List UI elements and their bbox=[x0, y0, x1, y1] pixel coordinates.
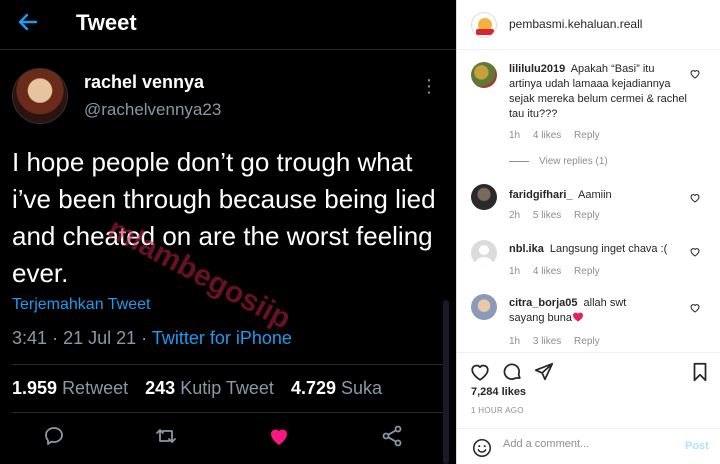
divider bbox=[12, 364, 444, 365]
tweet-author-handle[interactable]: @rachelvennya23 bbox=[84, 100, 221, 120]
like-count[interactable]: 4.729 bbox=[291, 378, 336, 398]
tweet-source-link[interactable]: Twitter for iPhone bbox=[152, 328, 292, 348]
comment-username[interactable]: citra_borja05 bbox=[509, 297, 577, 309]
comment-item: lililulu2019 Apakah “Basi” itu artinya u… bbox=[457, 60, 720, 170]
share-icon[interactable] bbox=[380, 424, 404, 448]
add-comment-bar: Post bbox=[457, 428, 720, 464]
commenter-avatar[interactable] bbox=[471, 184, 497, 210]
tweet-author-name[interactable]: rachel vennya bbox=[84, 72, 204, 93]
comment-meta: 1h 4 likes Reply bbox=[509, 266, 610, 277]
tweet-time: 3:41 bbox=[12, 328, 48, 348]
comment-time: 1h bbox=[509, 336, 521, 347]
comment-username[interactable]: nbl.ika bbox=[509, 243, 544, 255]
tweet-meta: 3:41 · 21 Jul 21 · Twitter for iPhone bbox=[12, 328, 292, 349]
emoji-smiley-icon[interactable] bbox=[471, 437, 493, 459]
post-header: pembasmi.kehaluan.reall bbox=[457, 0, 720, 50]
comment-time: 2h bbox=[509, 210, 521, 221]
comment-meta: 1h 4 likes Reply bbox=[509, 130, 610, 141]
view-replies-label[interactable]: View replies (1) bbox=[539, 156, 608, 167]
commenter-avatar[interactable] bbox=[471, 294, 497, 320]
default-avatar-icon bbox=[474, 245, 494, 266]
scrollbar[interactable] bbox=[443, 300, 449, 464]
comment-username[interactable]: lililulu2019 bbox=[509, 63, 565, 75]
add-comment-input[interactable] bbox=[503, 438, 673, 450]
tweet-author-avatar[interactable] bbox=[12, 68, 68, 124]
translate-tweet-link[interactable]: Terjemahkan Tweet bbox=[12, 296, 150, 314]
comment-like-icon[interactable] bbox=[689, 68, 701, 80]
tweet-header-title: Tweet bbox=[76, 10, 137, 35]
like-heart-icon[interactable] bbox=[469, 361, 491, 383]
likes-count[interactable]: 7,284 likes bbox=[471, 386, 526, 398]
comment-item: nbl.ika Langsung inget chava :( 1h 4 lik… bbox=[457, 238, 720, 282]
commenter-avatar[interactable] bbox=[471, 240, 497, 266]
comment-likes[interactable]: 4 likes bbox=[533, 266, 561, 277]
posted-time: 1 HOUR AGO bbox=[471, 406, 524, 415]
save-bookmark-icon[interactable] bbox=[689, 361, 711, 383]
retweet-icon[interactable] bbox=[154, 424, 178, 448]
reply-icon[interactable] bbox=[42, 424, 66, 448]
tweet-date: 21 Jul 21 bbox=[63, 328, 137, 348]
comment-bubble-icon[interactable] bbox=[501, 361, 523, 383]
tweet-header: Tweet bbox=[0, 0, 456, 50]
quote-label[interactable]: Kutip Tweet bbox=[180, 378, 274, 398]
comment-time: 1h bbox=[509, 266, 521, 277]
account-avatar[interactable] bbox=[471, 12, 497, 38]
tweet-panel: Tweet rachel vennya @rachelvennya23 ⋮ I … bbox=[0, 0, 456, 464]
replies-line bbox=[509, 160, 529, 162]
post-button[interactable]: Post bbox=[685, 440, 709, 452]
divider bbox=[12, 412, 444, 413]
tweet-stats: 1.959 Retweet 243 Kutip Tweet 4.729 Suka bbox=[12, 378, 382, 399]
quote-count[interactable]: 243 bbox=[145, 378, 175, 398]
comment-like-icon[interactable] bbox=[689, 302, 701, 314]
reply-button[interactable]: Reply bbox=[574, 130, 600, 141]
tweet-text: I hope people don’t go trough what i’ve … bbox=[12, 147, 436, 288]
account-username[interactable]: pembasmi.kehaluan.reall bbox=[509, 17, 642, 31]
comment-likes[interactable]: 5 likes bbox=[533, 210, 561, 221]
comment-text: lililulu2019 Apakah “Basi” itu artinya u… bbox=[509, 62, 687, 122]
instagram-comments-panel: pembasmi.kehaluan.reall lililulu2019 Apa… bbox=[456, 0, 720, 464]
meta-separator: · bbox=[141, 328, 152, 348]
tweet-actions bbox=[0, 424, 456, 452]
comment-item: citra_borja05 allah swt sayang buna 1h 3… bbox=[457, 294, 720, 350]
comment-meta: 1h 3 likes Reply bbox=[509, 336, 610, 347]
meta-separator: · bbox=[52, 328, 64, 348]
comment-body: Aamiin bbox=[578, 189, 612, 201]
comment-username[interactable]: faridgifhari_ bbox=[509, 189, 573, 201]
comment-text: faridgifhari_ Aamiin bbox=[509, 188, 687, 203]
comment-likes[interactable]: 3 likes bbox=[533, 336, 561, 347]
red-heart-emoji-icon bbox=[572, 312, 584, 322]
view-replies-button[interactable]: View replies (1) bbox=[509, 156, 608, 167]
commenter-avatar[interactable] bbox=[471, 62, 497, 88]
more-options-icon[interactable]: ⋮ bbox=[420, 76, 438, 97]
retweet-count[interactable]: 1.959 bbox=[12, 378, 57, 398]
like-label[interactable]: Suka bbox=[341, 378, 382, 398]
reply-button[interactable]: Reply bbox=[574, 210, 600, 221]
comment-item: faridgifhari_ Aamiin 2h 5 likes Reply bbox=[457, 184, 720, 228]
reply-button[interactable]: Reply bbox=[574, 266, 600, 277]
comment-text: citra_borja05 allah swt sayang buna bbox=[509, 296, 659, 326]
like-heart-icon[interactable] bbox=[267, 424, 291, 448]
comment-like-icon[interactable] bbox=[689, 192, 701, 204]
comment-like-icon[interactable] bbox=[689, 246, 701, 258]
reply-button[interactable]: Reply bbox=[574, 336, 600, 347]
comment-text: nbl.ika Langsung inget chava :( bbox=[509, 242, 687, 257]
share-send-icon[interactable] bbox=[533, 361, 555, 383]
back-arrow-icon[interactable] bbox=[16, 10, 40, 34]
retweet-label[interactable]: Retweet bbox=[62, 378, 128, 398]
comment-likes[interactable]: 4 likes bbox=[533, 130, 561, 141]
comment-body: Langsung inget chava :( bbox=[549, 243, 668, 255]
comment-time: 1h bbox=[509, 130, 521, 141]
comment-meta: 2h 5 likes Reply bbox=[509, 210, 610, 221]
